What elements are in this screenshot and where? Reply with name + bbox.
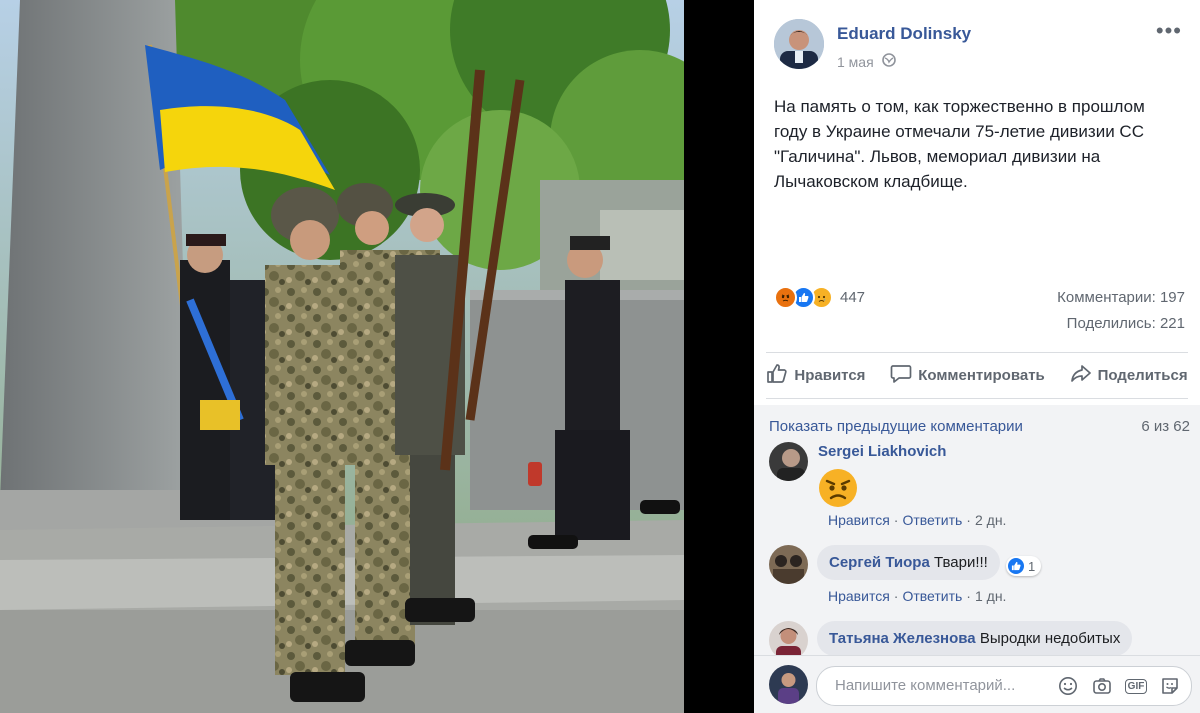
post-author-name[interactable]: Eduard Dolinsky	[837, 24, 971, 44]
reactions-count: 447	[840, 289, 866, 306]
author-avatar-image	[774, 19, 824, 69]
post-actions: Нравится Комментировать Поделиться	[754, 355, 1200, 395]
comment-like-link[interactable]: Нравится	[828, 512, 890, 528]
shares-count[interactable]: Поделились: 221	[1067, 315, 1185, 332]
comment-like-badge[interactable]: 1	[1006, 556, 1042, 576]
comment-composer-bar: GIF	[754, 655, 1200, 713]
gif-icon[interactable]: GIF	[1124, 675, 1148, 697]
comment-button-label: Комментировать	[918, 366, 1045, 384]
comment-time[interactable]: 2 дн.	[975, 512, 1006, 528]
like-reaction-icon	[1008, 558, 1024, 574]
divider	[766, 398, 1188, 399]
comment-reply-link[interactable]: Ответить	[902, 512, 962, 528]
comment-actions: Нравится · Ответить · 1 дн.	[828, 588, 1007, 604]
post-date[interactable]: 1 мая	[837, 54, 874, 70]
comment-bubble: Татьяна Железнова Выродки недобитых	[817, 621, 1133, 656]
post-meta: 1 мая	[837, 53, 896, 70]
like-button-label: Нравится	[794, 366, 866, 384]
comment-like-count: 1	[1028, 558, 1036, 574]
comment-input-box[interactable]: GIF	[816, 666, 1192, 706]
comment-text: Твари!!!	[933, 554, 988, 571]
comment-author[interactable]: Сергей Тиора	[829, 554, 930, 571]
emoji-icon[interactable]	[1057, 675, 1079, 697]
comments-counter: 6 из 62	[1141, 418, 1190, 435]
globe-icon	[881, 53, 896, 70]
comment-author[interactable]: Sergei Liakhovich	[818, 443, 946, 460]
share-icon	[1070, 362, 1092, 388]
comment-icon	[890, 362, 912, 388]
reactions-summary[interactable]: 447	[774, 286, 865, 309]
comment-actions: Нравится · Ответить · 2 дн.	[828, 512, 1007, 528]
comment-avatar[interactable]	[769, 545, 808, 584]
comment-avatar[interactable]	[769, 442, 808, 481]
comment-author[interactable]: Татьяна Железнова	[829, 630, 976, 647]
like-button[interactable]: Нравится	[766, 362, 865, 388]
comment-like-link[interactable]: Нравится	[828, 588, 890, 604]
more-options-icon[interactable]: •••	[1156, 18, 1182, 44]
divider	[766, 352, 1188, 353]
author-avatar[interactable]	[774, 19, 824, 69]
current-user-avatar[interactable]	[769, 665, 808, 704]
post-panel: Eduard Dolinsky 1 мая ••• На память о то…	[754, 0, 1200, 713]
comments-count[interactable]: Комментарии: 197	[1057, 289, 1185, 306]
like-icon	[766, 362, 788, 388]
comment-text: Выродки недобитых	[979, 630, 1121, 647]
comment-bubble: Сергей Тиора Твари!!!	[817, 545, 1000, 580]
composer-icons: GIF	[1057, 675, 1181, 697]
post-photo[interactable]	[0, 0, 684, 713]
share-button-label: Поделиться	[1097, 366, 1188, 384]
camera-icon[interactable]	[1091, 675, 1113, 697]
comment-button[interactable]: Комментировать	[890, 362, 1045, 388]
sticker-icon[interactable]	[1159, 675, 1181, 697]
share-button[interactable]: Поделиться	[1070, 362, 1188, 388]
comment-input[interactable]	[833, 676, 1037, 695]
comment-reply-link[interactable]: Ответить	[902, 588, 962, 604]
angry-reaction-icon	[774, 286, 797, 309]
photo-illustration	[0, 0, 684, 713]
comment-time[interactable]: 1 дн.	[975, 588, 1006, 604]
post-text: На память о том, как торжественно в прош…	[774, 97, 1145, 191]
angry-emoji-icon	[817, 467, 859, 514]
show-previous-comments-link[interactable]: Показать предыдущие комментарии	[769, 418, 1023, 435]
